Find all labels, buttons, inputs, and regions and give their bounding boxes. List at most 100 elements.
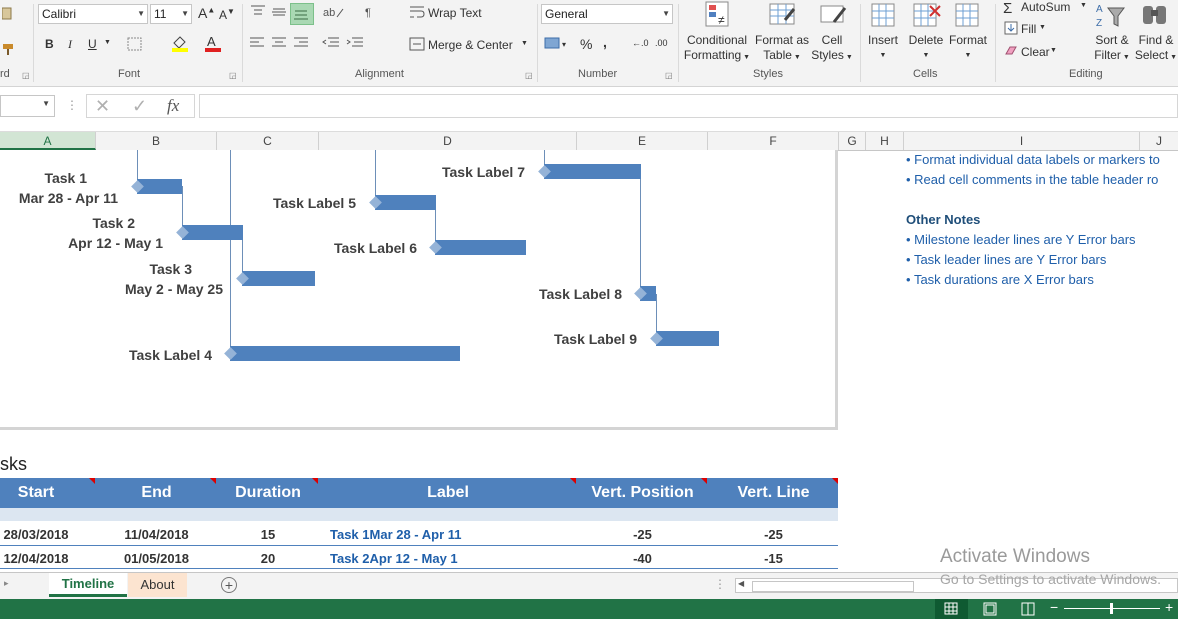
merge-dropdown-icon[interactable]: ▼	[521, 40, 528, 47]
bold-button[interactable]: B	[45, 37, 54, 51]
formula-bar-grip-icon[interactable]: ⋮	[66, 98, 78, 112]
font-launcher-icon[interactable]: ◲	[229, 71, 237, 80]
row-1-end[interactable]: 11/04/2018	[96, 527, 217, 542]
task-6-bar[interactable]	[435, 240, 526, 255]
sort-filter-button[interactable]: Sort & Filter ▼	[1090, 33, 1134, 65]
clipboard-launcher-icon[interactable]: ◲	[22, 71, 30, 80]
comment-indicator[interactable]	[210, 478, 216, 484]
tab-split-grip-icon[interactable]: ⋮	[714, 577, 726, 591]
column-header-a[interactable]: A	[0, 132, 96, 150]
comment-indicator[interactable]	[312, 478, 318, 484]
increase-indent-icon[interactable]	[346, 37, 364, 52]
header-vert-position[interactable]: Vert. Position	[577, 478, 708, 508]
scrollbar-thumb[interactable]	[752, 581, 914, 592]
comment-indicator[interactable]	[570, 478, 576, 484]
increase-decimal-button[interactable]: ←.0	[632, 38, 649, 48]
new-sheet-button[interactable]: +	[221, 577, 237, 593]
header-duration[interactable]: Duration	[217, 478, 319, 508]
format-painter-icon[interactable]	[2, 42, 16, 56]
autosum-button[interactable]: AutoSum	[1021, 0, 1070, 14]
page-break-view-icon[interactable]	[1021, 602, 1035, 619]
increase-font-size-button[interactable]: A▲	[198, 5, 215, 21]
column-header-g[interactable]: G	[839, 132, 866, 150]
decrease-indent-icon[interactable]	[322, 37, 340, 52]
insert-button[interactable]: Insert ▼	[864, 33, 902, 63]
wrap-text-button[interactable]: Wrap Text	[428, 6, 482, 20]
align-bottom-icon[interactable]	[290, 3, 314, 25]
task-5-bar[interactable]	[375, 195, 436, 210]
confirm-entry-icon[interactable]: ✓	[132, 96, 147, 117]
scroll-left-icon[interactable]: ◀	[738, 579, 744, 588]
column-header-f[interactable]: F	[708, 132, 839, 150]
normal-view-button[interactable]	[935, 599, 968, 619]
fill-color-icon[interactable]	[171, 34, 189, 55]
comma-style-button[interactable]: ,	[603, 34, 607, 50]
row-2-label[interactable]: Task 2Apr 12 - May 1	[330, 551, 458, 566]
row-2-end[interactable]: 01/05/2018	[96, 551, 217, 566]
accounting-format-icon[interactable]: ▾	[544, 36, 570, 53]
zoom-out-icon[interactable]: −	[1050, 599, 1058, 615]
align-center-icon[interactable]	[271, 37, 287, 52]
font-name-combo[interactable]: Calibri ▼	[38, 4, 148, 24]
align-middle-icon[interactable]	[271, 6, 287, 21]
task-4-bar[interactable]	[230, 346, 460, 361]
clear-button[interactable]: Clear	[1021, 45, 1050, 59]
alignment-launcher-icon[interactable]: ◲	[525, 71, 533, 80]
column-header-i[interactable]: I	[904, 132, 1140, 150]
conditional-formatting-button[interactable]: Conditional Formatting ▼	[683, 33, 751, 65]
number-launcher-icon[interactable]: ◲	[665, 71, 673, 80]
timeline-chart[interactable]: Task 1 Mar 28 - Apr 11 Task 2 Apr 12 - M…	[0, 150, 838, 430]
merge-center-icon[interactable]	[409, 37, 425, 54]
formula-input[interactable]	[199, 94, 1178, 118]
font-color-icon[interactable]: A	[204, 34, 222, 55]
comment-indicator[interactable]	[89, 478, 95, 484]
number-format-combo[interactable]: General ▼	[541, 4, 673, 24]
header-start[interactable]: Start	[0, 478, 72, 508]
column-header-b[interactable]: B	[96, 132, 217, 150]
row-1-label[interactable]: Task 1Mar 28 - Apr 11	[330, 527, 462, 542]
zoom-in-icon[interactable]: +	[1165, 599, 1173, 615]
cancel-entry-icon[interactable]: ✕	[95, 96, 110, 117]
comment-indicator[interactable]	[832, 478, 838, 484]
align-top-icon[interactable]	[250, 5, 266, 20]
align-right-icon[interactable]	[293, 37, 309, 52]
scroll-tabs-left-icon[interactable]: ▸	[4, 578, 9, 589]
column-header-c[interactable]: C	[217, 132, 319, 150]
row-1-duration[interactable]: 15	[217, 527, 319, 542]
column-header-e[interactable]: E	[577, 132, 708, 150]
percent-style-button[interactable]: %	[580, 36, 592, 52]
row-2-duration[interactable]: 20	[217, 551, 319, 566]
name-box[interactable]: ▼	[0, 95, 55, 117]
merge-center-button[interactable]: Merge & Center	[428, 38, 513, 52]
decrease-font-size-button[interactable]: A▼	[219, 7, 235, 22]
row-1-start[interactable]: 28/03/2018	[0, 527, 72, 542]
task-9-bar[interactable]	[656, 331, 719, 346]
underline-dropdown-icon[interactable]: ▼	[104, 39, 111, 46]
task-2-bar[interactable]	[182, 225, 243, 240]
fill-button[interactable]: Fill	[1021, 22, 1036, 36]
name-box-dropdown-icon[interactable]: ▼	[42, 99, 50, 108]
sheet-tab-timeline[interactable]: Timeline	[49, 573, 127, 597]
paragraph-direction-icon[interactable]: ¶	[365, 5, 389, 22]
clear-dropdown-icon[interactable]: ▼	[1050, 47, 1057, 54]
font-size-combo[interactable]: 11 ▼	[150, 4, 192, 24]
borders-icon[interactable]	[127, 37, 143, 54]
align-left-icon[interactable]	[249, 37, 265, 52]
header-end[interactable]: End	[96, 478, 217, 508]
page-layout-view-icon[interactable]	[983, 602, 997, 619]
zoom-slider-thumb[interactable]	[1110, 603, 1113, 614]
cell-styles-button[interactable]: Cell Styles ▼	[810, 33, 854, 65]
format-button[interactable]: Format ▼	[947, 33, 989, 63]
header-vert-line[interactable]: Vert. Line	[708, 478, 839, 508]
row-1-vert-line[interactable]: -25	[708, 527, 839, 542]
task-3-bar[interactable]	[242, 271, 315, 286]
wrap-text-icon[interactable]	[409, 5, 425, 22]
row-1-vert-position[interactable]: -25	[577, 527, 708, 542]
sheet-tab-about[interactable]: About	[128, 573, 187, 597]
format-as-table-button[interactable]: Format as Table ▼	[752, 33, 812, 65]
row-2-start[interactable]: 12/04/2018	[0, 551, 72, 566]
autosum-dropdown-icon[interactable]: ▼	[1080, 2, 1087, 9]
decrease-decimal-button[interactable]: .00	[655, 38, 668, 48]
orientation-icon[interactable]: ab	[323, 5, 347, 22]
column-header-d[interactable]: D	[319, 132, 577, 150]
